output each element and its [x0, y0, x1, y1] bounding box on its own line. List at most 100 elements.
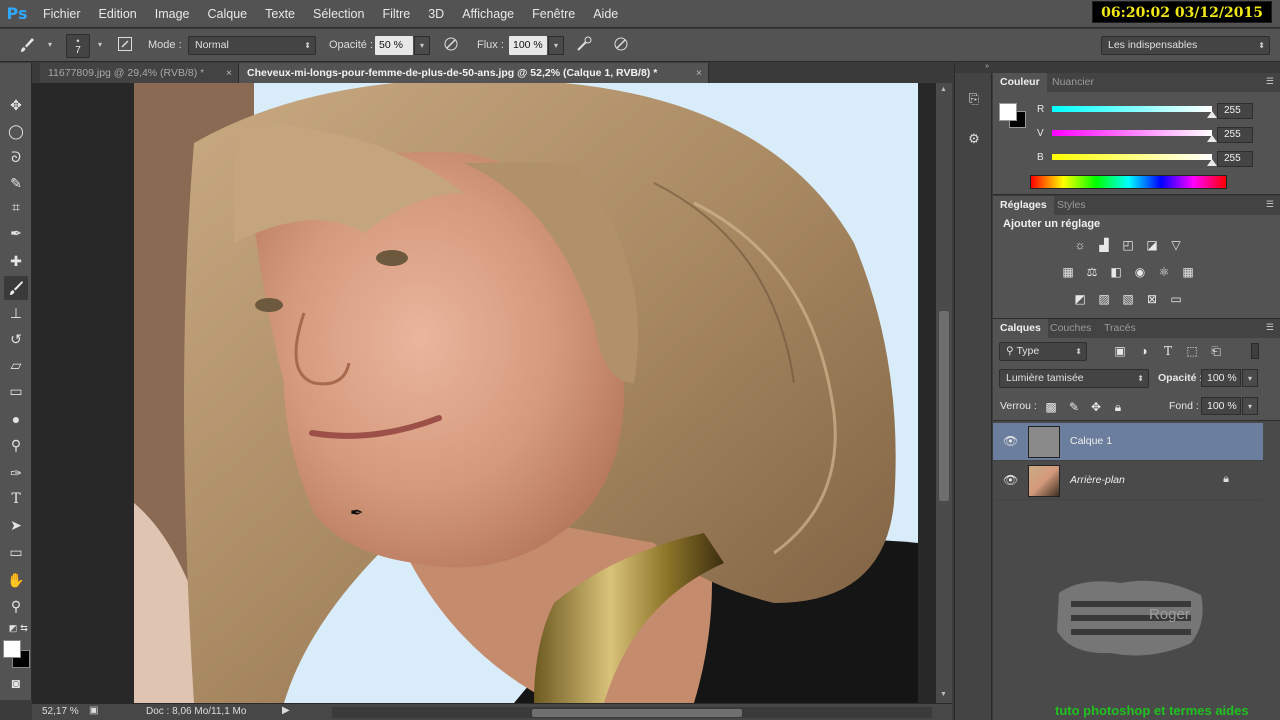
visibility-eye-icon[interactable]: 👁︎ [1003, 434, 1018, 448]
menu-image[interactable]: Image [146, 7, 199, 21]
black-white-icon[interactable]: ◧ [1107, 264, 1125, 280]
photo-filter-icon[interactable]: ◉ [1131, 264, 1149, 280]
lock-pixels-icon[interactable]: ✎ [1065, 399, 1083, 415]
panel-menu-icon[interactable]: ☰ [1266, 76, 1274, 87]
lock-transparent-icon[interactable]: ▩ [1042, 399, 1060, 415]
eyedropper-tool-icon[interactable]: ✒ [4, 221, 28, 245]
tab-couleur[interactable]: Couleur [993, 73, 1047, 92]
tab-calques[interactable]: Calques [993, 319, 1048, 338]
tab-couches[interactable]: Couches [1043, 319, 1098, 338]
menu-aide[interactable]: Aide [584, 7, 627, 21]
brightness-contrast-icon[interactable]: ☼ [1071, 237, 1089, 253]
path-selection-tool-icon[interactable]: ➤ [4, 513, 28, 537]
fill-dropdown[interactable]: ▾ [1242, 397, 1258, 415]
crop-tool-icon[interactable]: ⌗ [4, 195, 28, 219]
panel-menu-icon[interactable]: ☰ [1266, 199, 1274, 210]
tab-reglages[interactable]: Réglages [993, 196, 1054, 215]
elliptical-marquee-tool-icon[interactable]: ◯ [4, 119, 28, 143]
rectangle-tool-icon[interactable]: ▭ [4, 540, 28, 564]
layer-name[interactable]: Calque 1 [1070, 435, 1112, 447]
clone-stamp-tool-icon[interactable]: ⊥ [4, 301, 28, 325]
panel-menu-icon[interactable]: ☰ [1266, 322, 1274, 333]
menu-3d[interactable]: 3D [419, 7, 453, 21]
menu-calque[interactable]: Calque [199, 7, 257, 21]
foreground-color-swatch[interactable] [3, 640, 21, 658]
brush-panel-toggle-icon[interactable] [114, 36, 136, 56]
vibrance-icon[interactable]: ▽ [1167, 237, 1185, 253]
hue-saturation-icon[interactable]: ▦ [1059, 264, 1077, 280]
lock-all-icon[interactable]: 🔒︎ [1109, 399, 1127, 415]
lock-position-icon[interactable]: ✥ [1087, 399, 1105, 415]
healing-brush-tool-icon[interactable]: ✚ [4, 249, 28, 273]
menu-fenetre[interactable]: Fenêtre [523, 7, 584, 21]
selective-color-icon[interactable]: ⊠ [1143, 291, 1161, 307]
visibility-eye-icon[interactable]: 👁︎ [1003, 473, 1018, 487]
filter-adjustment-icon[interactable]: ◑ [1135, 343, 1153, 359]
zoom-level[interactable]: 52,17 % [42, 706, 79, 717]
scroll-up-icon[interactable]: ▲ [940, 86, 947, 93]
dodge-tool-icon[interactable]: ⚲ [4, 433, 28, 457]
slider-green[interactable]: V 255 [993, 127, 1280, 145]
workspace-dropdown[interactable]: Les indispensables ⬍ [1101, 36, 1270, 55]
close-icon[interactable]: × [226, 63, 232, 83]
curves-icon[interactable]: ◰ [1119, 237, 1137, 253]
tab-document-1[interactable]: 11677809.jpg @ 29,4% (RVB/8) * × [40, 63, 239, 83]
layer-row-calque-1[interactable]: 👁︎ Calque 1 [993, 423, 1263, 461]
airbrush-icon[interactable] [574, 36, 596, 56]
status-menu-arrow-icon[interactable]: ▶ [282, 705, 290, 716]
gradient-map-icon[interactable]: ▭ [1167, 291, 1185, 307]
pressure-size-icon[interactable] [610, 36, 632, 56]
scroll-down-icon[interactable]: ▼ [940, 691, 947, 698]
zoom-tool-icon[interactable]: ⚲ [4, 594, 28, 618]
canvas-area[interactable]: ✒ [32, 83, 936, 703]
layer-opacity-dropdown[interactable]: ▾ [1242, 369, 1258, 387]
blur-tool-icon[interactable]: ● [4, 407, 28, 431]
lasso-tool-icon[interactable]: ᘐ [4, 145, 28, 169]
vertical-scroll-thumb[interactable] [939, 311, 949, 501]
menu-affichage[interactable]: Affichage [453, 7, 523, 21]
color-spectrum-bar[interactable] [1030, 175, 1227, 189]
mode-dropdown[interactable]: Normal ⬍ [188, 36, 316, 55]
quick-selection-tool-icon[interactable]: ✎ [4, 171, 28, 195]
levels-icon[interactable]: ▟ [1095, 237, 1113, 253]
filter-pixel-icon[interactable]: ▣ [1111, 343, 1129, 359]
status-share-icon[interactable]: ▣ [89, 705, 98, 716]
move-tool-icon[interactable]: ✥ [4, 93, 28, 117]
menu-fichier[interactable]: Fichier [34, 7, 90, 21]
color-balance-icon[interactable]: ⚖ [1083, 264, 1101, 280]
brush-size-picker[interactable]: • 7 [66, 34, 90, 58]
layer-filter-dropdown[interactable]: ⚲ Type ⬍ [999, 342, 1087, 361]
posterize-icon[interactable]: ▨ [1095, 291, 1113, 307]
horizontal-scrollbar[interactable] [332, 707, 932, 718]
exposure-icon[interactable]: ◪ [1143, 237, 1161, 253]
slider-red[interactable]: R 255 [993, 103, 1280, 121]
menu-filtre[interactable]: Filtre [373, 7, 419, 21]
fill-input[interactable]: 100 % [1201, 397, 1241, 415]
flow-dropdown-button[interactable]: ▾ [548, 36, 564, 55]
filter-smart-object-icon[interactable]: ⎗ [1207, 343, 1225, 359]
quick-mask-icon[interactable]: ◙ [4, 671, 28, 695]
tab-nuancier[interactable]: Nuancier [1045, 73, 1101, 92]
tab-document-2[interactable]: Cheveux-mi-longs-pour-femme-de-plus-de-5… [239, 63, 709, 83]
brush-preset-icon[interactable] [16, 36, 38, 56]
type-tool-icon[interactable]: T [4, 487, 28, 511]
filter-shape-icon[interactable]: ⬚ [1183, 343, 1201, 359]
invert-icon[interactable]: ◩ [1071, 291, 1089, 307]
tab-traces[interactable]: Tracés [1097, 319, 1143, 338]
close-icon[interactable]: × [696, 63, 702, 83]
filter-type-icon[interactable]: T [1159, 343, 1177, 359]
filter-toggle[interactable] [1251, 343, 1259, 359]
channel-mixer-icon[interactable]: ⚛ [1155, 264, 1173, 280]
eraser-tool-icon[interactable]: ▱ [4, 353, 28, 377]
tab-styles[interactable]: Styles [1050, 196, 1093, 215]
menu-selection[interactable]: Sélection [304, 7, 373, 21]
opacity-input[interactable]: 50 % [375, 36, 413, 55]
channel-value-input[interactable]: 255 [1217, 127, 1253, 143]
gradient-tool-icon[interactable]: ▭ [4, 379, 28, 403]
chevron-down-icon[interactable]: ▾ [42, 36, 58, 55]
brush-tool-icon[interactable] [4, 276, 28, 300]
history-panel-icon[interactable]: ⎘ [964, 89, 984, 109]
chevron-down-icon[interactable]: ▾ [92, 36, 108, 55]
pen-tool-icon[interactable]: ✑ [4, 461, 28, 485]
channel-value-input[interactable]: 255 [1217, 151, 1253, 167]
